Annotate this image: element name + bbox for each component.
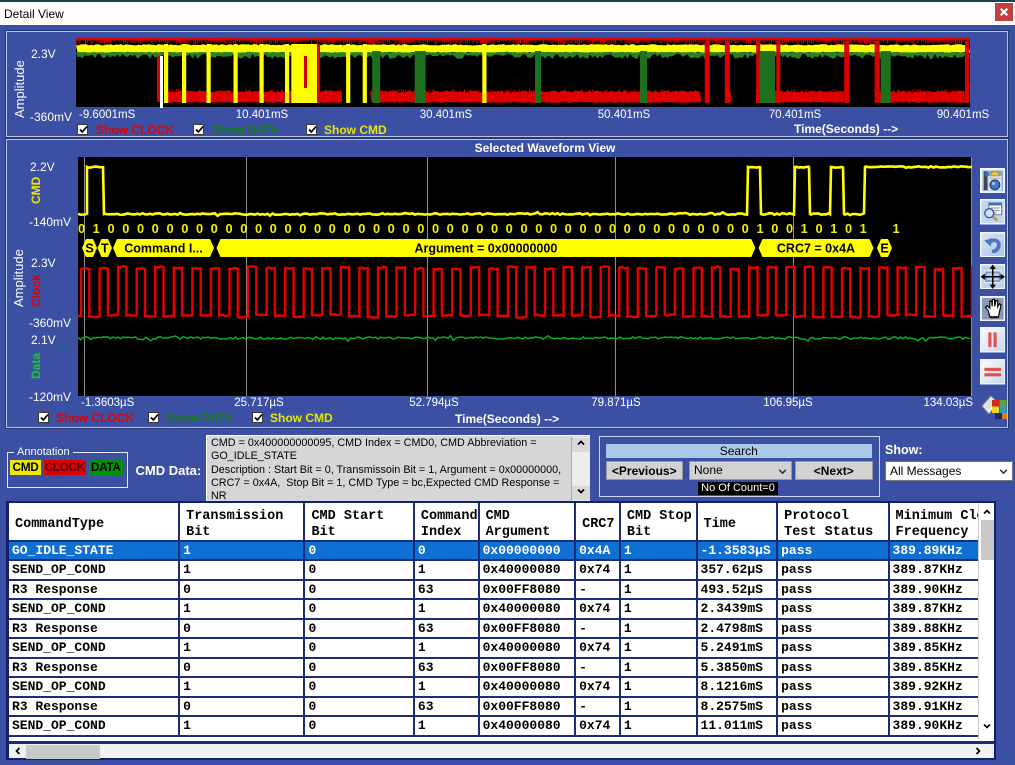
- svg-text:0: 0: [152, 221, 159, 236]
- svg-text:0: 0: [742, 221, 749, 236]
- svg-text:Command I...: Command I...: [124, 242, 202, 256]
- svg-text:0: 0: [594, 221, 601, 236]
- svg-text:0: 0: [712, 221, 719, 236]
- svg-text:0: 0: [78, 221, 85, 236]
- svg-text:1: 1: [756, 221, 763, 236]
- svg-text:0: 0: [461, 221, 468, 236]
- svg-text:1: 1: [93, 221, 100, 236]
- svg-text:0: 0: [638, 221, 645, 236]
- svg-text:0: 0: [358, 221, 365, 236]
- svg-text:0: 0: [373, 221, 380, 236]
- svg-text:0: 0: [668, 221, 675, 236]
- svg-text:0: 0: [624, 221, 631, 236]
- svg-text:0: 0: [535, 221, 542, 236]
- svg-text:0: 0: [579, 221, 586, 236]
- svg-text:1: 1: [892, 221, 899, 236]
- svg-text:0: 0: [845, 221, 852, 236]
- svg-text:0: 0: [683, 221, 690, 236]
- svg-text:0: 0: [697, 221, 704, 236]
- svg-text:0: 0: [447, 221, 454, 236]
- svg-text:0: 0: [270, 221, 277, 236]
- svg-text:CRC7 = 0x4A: CRC7 = 0x4A: [777, 242, 855, 256]
- svg-text:1: 1: [860, 221, 867, 236]
- svg-text:0: 0: [196, 221, 203, 236]
- svg-text:0: 0: [255, 221, 262, 236]
- svg-text:0: 0: [432, 221, 439, 236]
- svg-text:0: 0: [653, 221, 660, 236]
- svg-text:0: 0: [343, 221, 350, 236]
- svg-text:0: 0: [314, 221, 321, 236]
- svg-text:0: 0: [137, 221, 144, 236]
- svg-text:0: 0: [491, 221, 498, 236]
- svg-text:0: 0: [417, 221, 424, 236]
- svg-text:0: 0: [565, 221, 572, 236]
- svg-text:0: 0: [181, 221, 188, 236]
- svg-text:0: 0: [388, 221, 395, 236]
- svg-text:0: 0: [225, 221, 232, 236]
- svg-text:T: T: [101, 242, 109, 256]
- svg-text:0: 0: [609, 221, 616, 236]
- svg-text:0: 0: [476, 221, 483, 236]
- svg-text:0: 0: [550, 221, 557, 236]
- svg-text:Argument = 0x00000000: Argument = 0x00000000: [415, 242, 558, 256]
- svg-text:0: 0: [329, 221, 336, 236]
- svg-text:0: 0: [815, 221, 822, 236]
- svg-text:0: 0: [786, 221, 793, 236]
- svg-text:1: 1: [801, 221, 808, 236]
- svg-text:0: 0: [506, 221, 513, 236]
- svg-text:0: 0: [240, 221, 247, 236]
- svg-text:S: S: [85, 242, 93, 256]
- svg-text:E: E: [880, 242, 888, 256]
- svg-text:1: 1: [830, 221, 837, 236]
- svg-text:0: 0: [771, 221, 778, 236]
- svg-text:0: 0: [122, 221, 129, 236]
- svg-text:0: 0: [727, 221, 734, 236]
- svg-text:0: 0: [166, 221, 173, 236]
- svg-text:0: 0: [284, 221, 291, 236]
- svg-text:0: 0: [107, 221, 114, 236]
- svg-text:0: 0: [402, 221, 409, 236]
- svg-text:0: 0: [520, 221, 527, 236]
- svg-text:0: 0: [299, 221, 306, 236]
- svg-text:0: 0: [211, 221, 218, 236]
